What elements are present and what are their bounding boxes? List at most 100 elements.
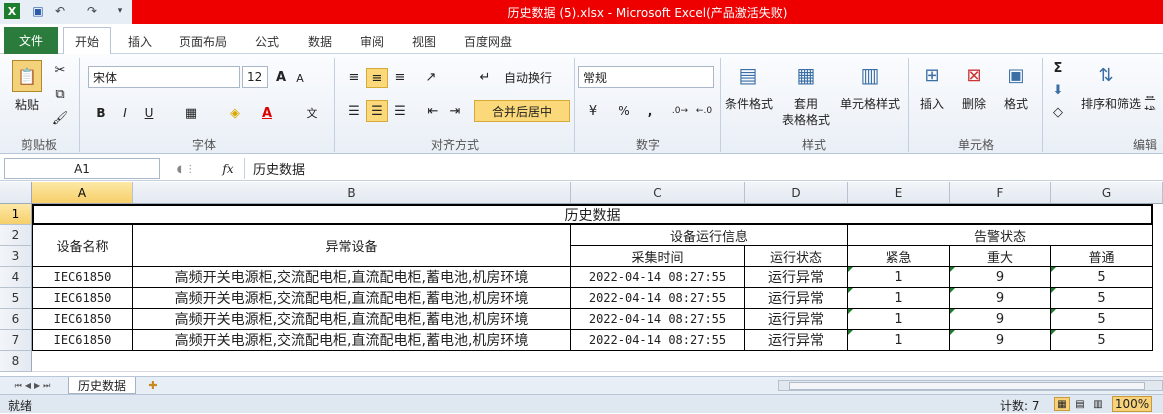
- worksheet-grid[interactable]: A B C D E F G 1 2 3 4 5 6 7 8 历史数据 设备名称 …: [0, 182, 1163, 376]
- increase-decimal-icon[interactable]: .0→: [670, 102, 690, 120]
- align-left-icon[interactable]: ☰: [344, 102, 364, 120]
- cell-styles-button[interactable]: 单元格样式: [838, 96, 902, 111]
- merge-center-button[interactable]: 合并后居中: [474, 100, 570, 122]
- wrap-text-button[interactable]: 自动换行: [496, 68, 560, 86]
- row-header-7[interactable]: 7: [0, 330, 32, 351]
- cell-styles-icon[interactable]: ▥: [856, 60, 884, 90]
- table-cell[interactable]: 1: [848, 267, 950, 288]
- find-select-button[interactable]: 查找: [1144, 96, 1163, 110]
- italic-button[interactable]: I: [116, 104, 134, 122]
- bold-button[interactable]: B: [92, 104, 110, 122]
- row-header-6[interactable]: 6: [0, 309, 32, 330]
- orientation-icon[interactable]: ↗: [420, 68, 442, 86]
- sheet-tab-history[interactable]: 历史数据: [68, 377, 136, 394]
- table-cell[interactable]: 5: [1051, 288, 1153, 309]
- table-cell[interactable]: IEC61850: [32, 330, 133, 351]
- page-layout-view-icon[interactable]: ▤: [1072, 397, 1088, 411]
- align-center-icon[interactable]: ☰: [366, 100, 388, 122]
- horizontal-scrollbar-thumb[interactable]: [789, 382, 1145, 390]
- column-header-e[interactable]: E: [848, 182, 950, 204]
- fill-color-icon[interactable]: ◈: [226, 104, 244, 122]
- tab-data[interactable]: 数据: [298, 28, 342, 54]
- header-device-name[interactable]: 设备名称: [32, 225, 133, 267]
- row-header-5[interactable]: 5: [0, 288, 32, 309]
- table-cell[interactable]: 2022-04-14 08:27:55: [571, 309, 745, 330]
- delete-cells-icon[interactable]: ⊠: [960, 60, 988, 90]
- header-run-info[interactable]: 设备运行信息: [571, 225, 848, 246]
- paste-icon[interactable]: 📋: [12, 60, 42, 92]
- increase-font-icon[interactable]: A: [272, 68, 290, 86]
- align-right-icon[interactable]: ☰: [390, 102, 410, 120]
- formula-input[interactable]: 历史数据: [244, 158, 1163, 179]
- header-collect-time[interactable]: 采集时间: [571, 246, 745, 267]
- table-cell[interactable]: 运行异常: [745, 267, 848, 288]
- table-cell[interactable]: IEC61850: [32, 288, 133, 309]
- format-table-icon[interactable]: ▦: [792, 60, 820, 90]
- header-alarm-status[interactable]: 告警状态: [848, 225, 1153, 246]
- customize-quick-access-icon[interactable]: ▾: [112, 3, 128, 19]
- increase-indent-icon[interactable]: ⇥: [446, 102, 464, 120]
- table-cell[interactable]: 5: [1051, 267, 1153, 288]
- conditional-format-button[interactable]: 条件格式: [722, 96, 776, 111]
- normal-view-icon[interactable]: ▦: [1054, 397, 1070, 411]
- tab-file[interactable]: 文件: [4, 27, 58, 54]
- header-run-status[interactable]: 运行状态: [745, 246, 848, 267]
- table-cell[interactable]: 运行异常: [745, 309, 848, 330]
- table-cell[interactable]: 9: [950, 330, 1051, 351]
- phonetic-icon[interactable]: 文: [302, 104, 322, 122]
- table-cell[interactable]: 9: [950, 309, 1051, 330]
- row-header-1[interactable]: 1: [0, 204, 32, 225]
- header-normal[interactable]: 普通: [1051, 246, 1153, 267]
- table-cell[interactable]: 9: [950, 288, 1051, 309]
- format-cells-button[interactable]: 格式: [998, 96, 1034, 111]
- align-top-icon[interactable]: ≡: [344, 68, 364, 86]
- table-cell[interactable]: 1: [848, 330, 950, 351]
- table-cell[interactable]: 运行异常: [745, 330, 848, 351]
- cut-icon[interactable]: ✂: [52, 62, 68, 78]
- redo-icon[interactable]: ↷: [84, 3, 100, 19]
- tab-formulas[interactable]: 公式: [244, 28, 290, 54]
- table-cell[interactable]: 高频开关电源柜,交流配电柜,直流配电柜,蓄电池,机房环境: [133, 309, 571, 330]
- table-cell[interactable]: 1: [848, 288, 950, 309]
- column-header-b[interactable]: B: [133, 182, 571, 204]
- font-name-select[interactable]: 宋体: [88, 66, 240, 88]
- column-header-f[interactable]: F: [950, 182, 1051, 204]
- table-cell[interactable]: 5: [1051, 330, 1153, 351]
- table-cell[interactable]: 2022-04-14 08:27:55: [571, 267, 745, 288]
- copy-icon[interactable]: ⧉: [52, 86, 68, 102]
- column-header-a[interactable]: A: [32, 182, 133, 204]
- tab-view[interactable]: 视图: [402, 28, 446, 54]
- percent-button[interactable]: %: [616, 102, 632, 120]
- sheet-title-cell[interactable]: 历史数据: [32, 204, 1153, 225]
- clear-icon[interactable]: ◇: [1050, 104, 1066, 120]
- format-painter-icon[interactable]: 🖌: [52, 110, 69, 126]
- row-header-4[interactable]: 4: [0, 267, 32, 288]
- format-cells-icon[interactable]: ▣: [1002, 60, 1030, 90]
- header-major[interactable]: 重大: [950, 246, 1051, 267]
- insert-function-button[interactable]: fx: [218, 160, 238, 178]
- decrease-decimal-icon[interactable]: ←.0: [694, 102, 714, 120]
- decrease-indent-icon[interactable]: ⇤: [424, 102, 442, 120]
- fill-icon[interactable]: ⬇: [1050, 82, 1066, 98]
- table-cell[interactable]: 高频开关电源柜,交流配电柜,直流配电柜,蓄电池,机房环境: [133, 288, 571, 309]
- table-cell[interactable]: IEC61850: [32, 267, 133, 288]
- sort-filter-icon[interactable]: ⇅: [1092, 60, 1120, 90]
- borders-icon[interactable]: ▦: [182, 104, 200, 122]
- paste-button[interactable]: 粘贴: [8, 96, 46, 112]
- column-header-d[interactable]: D: [745, 182, 848, 204]
- comma-button[interactable]: ,: [644, 102, 656, 120]
- column-header-c[interactable]: C: [571, 182, 745, 204]
- zoom-level[interactable]: 100%: [1112, 396, 1152, 412]
- number-format-select[interactable]: 常规: [578, 66, 714, 88]
- insert-sheet-icon[interactable]: ✚: [142, 378, 164, 393]
- page-break-view-icon[interactable]: ▥: [1090, 397, 1106, 411]
- sort-filter-button[interactable]: 排序和筛选: [1080, 96, 1142, 111]
- format-table-button[interactable]: 套用: [786, 96, 826, 111]
- name-box[interactable]: A1: [4, 158, 160, 179]
- undo-icon[interactable]: ↶: [52, 3, 68, 19]
- align-bottom-icon[interactable]: ≡: [390, 68, 410, 86]
- table-cell[interactable]: 2022-04-14 08:27:55: [571, 330, 745, 351]
- currency-icon[interactable]: ¥: [584, 102, 602, 120]
- insert-cells-icon[interactable]: ⊞: [918, 60, 946, 90]
- row-header-3[interactable]: 3: [0, 246, 32, 267]
